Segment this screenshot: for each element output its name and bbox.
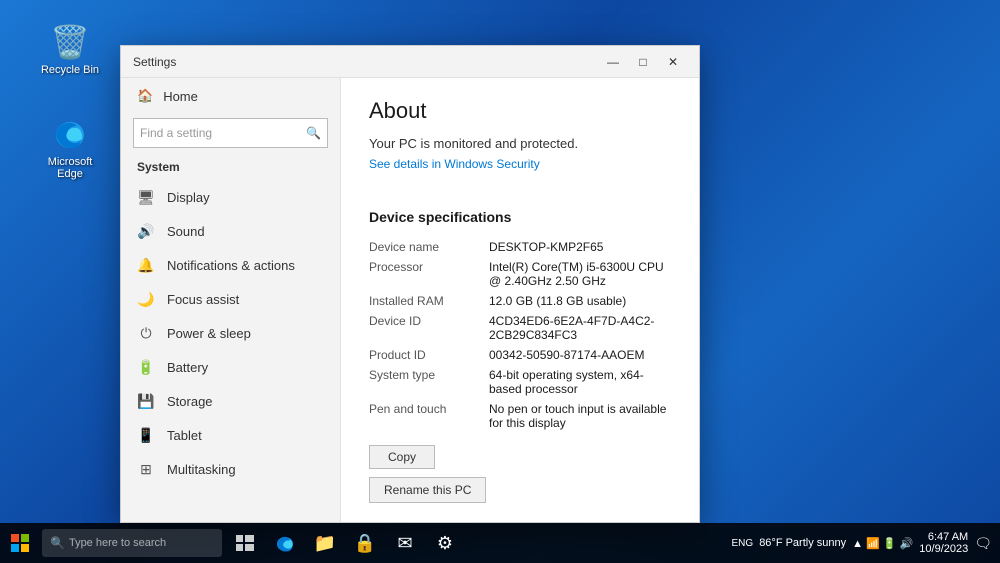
settings-main: About Your PC is monitored and protected… xyxy=(341,78,699,522)
sound-label: Sound xyxy=(167,224,205,239)
power-sleep-label: Power & sleep xyxy=(167,326,251,341)
sidebar-home[interactable]: 🏠 Home xyxy=(121,78,340,114)
table-row: Device ID 4CD34ED6-6E2A-4F7D-A4C2-2CB29C… xyxy=(369,311,671,345)
home-icon: 🏠 xyxy=(137,88,153,104)
spec-label: Installed RAM xyxy=(369,291,489,311)
mail-button[interactable]: ✉ xyxy=(386,523,424,563)
settings-sidebar: 🏠 Home 🔍 System 🖥 Display 🔊 Sound xyxy=(121,78,341,522)
spec-value: 4CD34ED6-6E2A-4F7D-A4C2-2CB29C834FC3 xyxy=(489,311,671,345)
taskbar-clock[interactable]: 6:47 AM 10/9/2023 xyxy=(919,531,968,555)
settings-body: 🏠 Home 🔍 System 🖥 Display 🔊 Sound xyxy=(121,78,699,522)
spec-value: Intel(R) Core(TM) i5-6300U CPU @ 2.40GHz… xyxy=(489,257,671,291)
clock-time: 6:47 AM xyxy=(928,531,968,543)
notifications-label: Notifications & actions xyxy=(167,258,295,273)
edge-taskbar-button[interactable] xyxy=(266,523,304,563)
taskbar-search-box[interactable]: 🔍 xyxy=(42,529,222,557)
recycle-bin-icon[interactable]: 🗑️ Recycle Bin xyxy=(35,18,105,80)
rename-pc-button[interactable]: Rename this PC xyxy=(369,477,486,503)
sidebar-item-battery[interactable]: 🔋 Battery xyxy=(121,350,340,384)
security-link[interactable]: See details in Windows Security xyxy=(369,157,540,171)
spec-label: Pen and touch xyxy=(369,399,489,433)
maximize-button[interactable]: □ xyxy=(629,50,657,74)
system-tray-icons: ▲ 📶 🔋 🔊 xyxy=(852,537,913,550)
focus-assist-label: Focus assist xyxy=(167,292,239,307)
spec-label: Product ID xyxy=(369,345,489,365)
table-row: Device name DESKTOP-KMP2F65 xyxy=(369,237,671,257)
spec-value: DESKTOP-KMP2F65 xyxy=(489,237,671,257)
close-button[interactable]: ✕ xyxy=(659,50,687,74)
notifications-icon: 🔔 xyxy=(137,256,155,274)
taskbar-search-icon: 🔍 xyxy=(50,536,65,550)
taskbar-apps: 📁 🔒 ✉ ⚙ xyxy=(226,523,464,563)
spec-label: Processor xyxy=(369,257,489,291)
window-title: Settings xyxy=(133,55,599,69)
clock-date: 10/9/2023 xyxy=(919,543,968,555)
sidebar-item-multitasking[interactable]: ⊞ Multitasking xyxy=(121,452,340,486)
multitasking-label: Multitasking xyxy=(167,462,236,477)
display-icon: 🖥 xyxy=(137,188,155,206)
settings-search-box[interactable]: 🔍 xyxy=(133,118,328,148)
protected-text: Your PC is monitored and protected. xyxy=(369,136,671,151)
weather-display: 86°F Partly sunny xyxy=(759,537,846,549)
windows-specs-heading: Windows specifications xyxy=(369,521,671,522)
power-icon: ⏻ xyxy=(137,324,155,342)
window-titlebar: Settings — □ ✕ xyxy=(121,46,699,78)
spec-label: System type xyxy=(369,365,489,399)
tablet-icon: 📱 xyxy=(137,426,155,444)
edge-icon-label: Microsoft Edge xyxy=(39,156,101,180)
sidebar-item-power-sleep[interactable]: ⏻ Power & sleep xyxy=(121,316,340,350)
microsoft-edge-icon[interactable]: Microsoft Edge xyxy=(35,110,105,184)
lock-button[interactable]: 🔒 xyxy=(346,523,384,563)
settings-button[interactable]: ⚙ xyxy=(426,523,464,563)
task-view-button[interactable] xyxy=(226,523,264,563)
storage-label: Storage xyxy=(167,394,213,409)
sound-icon: 🔊 xyxy=(137,222,155,240)
minimize-button[interactable]: — xyxy=(599,50,627,74)
sidebar-item-sound[interactable]: 🔊 Sound xyxy=(121,214,340,248)
notification-icon[interactable]: 🗨 xyxy=(974,535,992,552)
taskbar-search-input[interactable] xyxy=(69,537,209,549)
spec-value: 12.0 GB (11.8 GB usable) xyxy=(489,291,671,311)
sidebar-item-storage[interactable]: 💾 Storage xyxy=(121,384,340,418)
spec-value: No pen or touch input is available for t… xyxy=(489,399,671,433)
spec-label: Device name xyxy=(369,237,489,257)
sidebar-item-notifications[interactable]: 🔔 Notifications & actions xyxy=(121,248,340,282)
display-label: Display xyxy=(167,190,210,205)
table-row: Processor Intel(R) Core(TM) i5-6300U CPU… xyxy=(369,257,671,291)
sidebar-item-focus-assist[interactable]: 🌙 Focus assist xyxy=(121,282,340,316)
tablet-label: Tablet xyxy=(167,428,202,443)
battery-icon: 🔋 xyxy=(137,358,155,376)
battery-label: Battery xyxy=(167,360,208,375)
taskbar-right: ENG 86°F Partly sunny ▲ 📶 🔋 🔊 6:47 AM 10… xyxy=(732,531,1000,555)
settings-search-input[interactable] xyxy=(140,126,306,140)
storage-icon: 💾 xyxy=(137,392,155,410)
search-icon: 🔍 xyxy=(306,126,321,140)
recycle-bin-label: Recycle Bin xyxy=(41,64,99,76)
taskbar: 🔍 📁 🔒 ✉ ⚙ xyxy=(0,523,1000,563)
table-row: System type 64-bit operating system, x64… xyxy=(369,365,671,399)
focus-assist-icon: 🌙 xyxy=(137,290,155,308)
device-specs-heading: Device specifications xyxy=(369,209,671,225)
home-label: Home xyxy=(163,89,198,104)
sidebar-item-tablet[interactable]: 📱 Tablet xyxy=(121,418,340,452)
table-row: Product ID 00342-50590-87174-AAOEM xyxy=(369,345,671,365)
sidebar-item-display[interactable]: 🖥 Display xyxy=(121,180,340,214)
language-icon: ENG xyxy=(732,538,754,549)
system-section-label: System xyxy=(121,156,340,180)
start-button[interactable] xyxy=(0,523,40,563)
file-explorer-button[interactable]: 📁 xyxy=(306,523,344,563)
window-controls: — □ ✕ xyxy=(599,50,687,74)
copy-button[interactable]: Copy xyxy=(369,445,435,469)
desktop: 🗑️ Recycle Bin Microsoft Edge Settings —… xyxy=(0,0,1000,563)
multitasking-icon: ⊞ xyxy=(137,460,155,478)
spec-label: Device ID xyxy=(369,311,489,345)
spec-value: 64-bit operating system, x64-based proce… xyxy=(489,365,671,399)
table-row: Pen and touch No pen or touch input is a… xyxy=(369,399,671,433)
settings-window: Settings — □ ✕ 🏠 Home 🔍 xyxy=(120,45,700,523)
spec-value: 00342-50590-87174-AAOEM xyxy=(489,345,671,365)
about-title: About xyxy=(369,98,671,124)
table-row: Installed RAM 12.0 GB (11.8 GB usable) xyxy=(369,291,671,311)
device-specs-table: Device name DESKTOP-KMP2F65 Processor In… xyxy=(369,237,671,433)
